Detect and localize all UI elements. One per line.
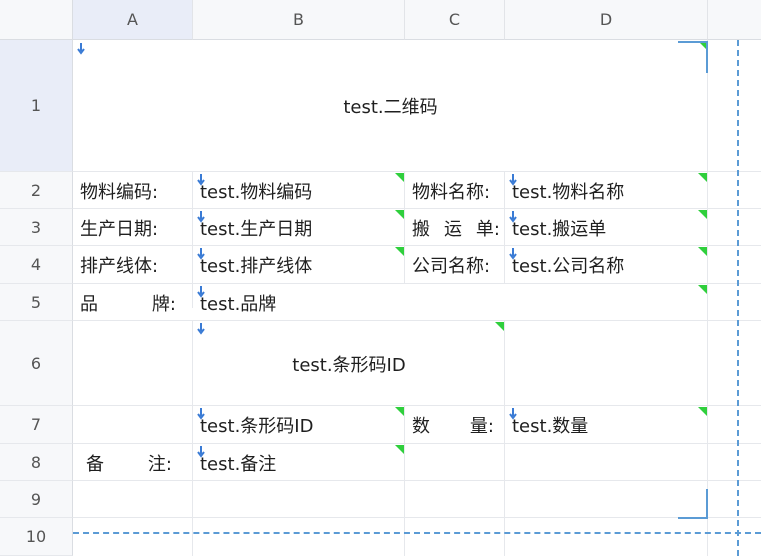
row-header-10[interactable]: 10 <box>0 518 73 556</box>
cell-flag-icon <box>395 210 404 219</box>
cell-flag-icon <box>395 247 404 256</box>
label-remark-char: 备 <box>86 453 104 475</box>
field-remark: test.备注 <box>200 453 277 475</box>
grid-line <box>73 480 761 481</box>
row-header-2[interactable]: 2 <box>0 172 73 209</box>
expand-down-arrow-icon <box>197 323 205 335</box>
print-area-corner <box>678 489 708 519</box>
cell-flag-icon <box>395 173 404 182</box>
row-header-5[interactable]: 5 <box>0 284 73 321</box>
label-transfer-order-char: 运 <box>443 218 462 240</box>
label-quantity-char: 量: <box>469 416 494 437</box>
label-brand-char: 牌: <box>151 293 176 315</box>
cell-b2[interactable]: test.物料编码 <box>200 172 400 209</box>
grid-line <box>404 172 405 284</box>
expand-down-arrow-icon <box>509 408 517 420</box>
label-quantity-char: 数 <box>412 416 430 437</box>
label-production-date: 生产日期: <box>80 218 159 240</box>
cell-a5[interactable]: 品 牌: <box>80 284 176 321</box>
column-header-c[interactable]: C <box>405 0 505 40</box>
cell-b5[interactable]: test.品牌 <box>200 284 700 321</box>
expand-down-arrow-icon <box>197 174 205 186</box>
spreadsheet[interactable]: A B C D 1 2 3 4 5 6 7 8 9 10 test.二维码 物料… <box>0 0 761 556</box>
expand-down-arrow-icon <box>197 211 205 223</box>
row-header-7[interactable]: 7 <box>0 406 73 444</box>
expand-down-arrow-icon <box>509 248 517 260</box>
column-header-e[interactable] <box>708 0 761 40</box>
field-barcode-image: test.条形码ID <box>292 354 406 376</box>
row-header-9[interactable]: 9 <box>0 481 73 518</box>
label-company-name: 公司名称: <box>412 256 491 277</box>
row-header-4[interactable]: 4 <box>0 246 73 284</box>
cell-a3[interactable]: 生产日期: <box>80 209 190 246</box>
column-header-d[interactable]: D <box>505 0 708 40</box>
cell-b3[interactable]: test.生产日期 <box>200 209 400 246</box>
cell-d4[interactable]: test.公司名称 <box>512 246 702 284</box>
print-area-corner <box>678 41 708 73</box>
row-header-6[interactable]: 6 <box>0 321 73 406</box>
cell-a2[interactable]: 物料编码: <box>80 172 190 209</box>
field-material-code: test.物料编码 <box>200 181 313 203</box>
cell-flag-icon <box>698 285 707 294</box>
expand-down-arrow-icon <box>197 286 205 298</box>
cell-b7[interactable]: test.条形码ID <box>200 406 400 444</box>
label-material-code: 物料编码: <box>80 181 159 203</box>
label-brand-char: 品 <box>80 293 98 315</box>
expand-down-arrow-icon <box>197 446 205 458</box>
cell-flag-icon <box>395 407 404 416</box>
cell-flag-icon <box>495 322 504 331</box>
grid-line <box>73 517 761 518</box>
field-quantity: test.数量 <box>512 416 589 437</box>
column-header-b[interactable]: B <box>193 0 405 40</box>
cell-flag-icon <box>698 247 707 256</box>
cell-c3[interactable]: 搬 运 单: <box>412 209 500 246</box>
cell-flag-icon <box>698 407 707 416</box>
qrcode-field-text: test.二维码 <box>343 97 438 118</box>
cell-b4[interactable]: test.排产线体 <box>200 246 400 284</box>
cell-d3[interactable]: test.搬运单 <box>512 209 702 246</box>
cell-c2[interactable]: 物料名称: <box>412 172 504 209</box>
row-header-8[interactable]: 8 <box>0 444 73 481</box>
cell-d7[interactable]: test.数量 <box>512 406 702 444</box>
field-brand: test.品牌 <box>200 293 277 315</box>
expand-down-arrow-icon <box>197 408 205 420</box>
field-transfer-order: test.搬运单 <box>512 218 607 240</box>
cell-a8[interactable]: 备 注: <box>86 444 172 481</box>
cell-flag-icon <box>395 445 404 454</box>
field-production-line: test.排产线体 <box>200 256 313 277</box>
cell-flag-icon <box>698 173 707 182</box>
page-break-horizontal <box>73 532 761 534</box>
expand-down-arrow-icon <box>77 43 85 55</box>
cell-c7[interactable]: 数 量: <box>412 406 494 444</box>
label-remark-char: 注: <box>147 453 172 475</box>
label-material-name: 物料名称: <box>412 181 491 203</box>
label-transfer-order-char: 单: <box>475 218 500 240</box>
cell-c4[interactable]: 公司名称: <box>412 246 504 284</box>
field-barcode-id: test.条形码ID <box>200 416 314 437</box>
expand-down-arrow-icon <box>197 248 205 260</box>
field-production-date: test.生产日期 <box>200 218 313 240</box>
grid-line <box>504 172 505 284</box>
page-break-vertical <box>737 40 739 556</box>
select-all-corner[interactable] <box>0 0 73 40</box>
cell-flag-icon <box>698 210 707 219</box>
row-header-1[interactable]: 1 <box>0 40 73 172</box>
cell-b8[interactable]: test.备注 <box>200 444 400 481</box>
field-material-name: test.物料名称 <box>512 181 625 203</box>
expand-down-arrow-icon <box>509 211 517 223</box>
grid-line <box>192 172 193 308</box>
field-company-name: test.公司名称 <box>512 256 625 277</box>
cell-qrcode-title[interactable]: test.二维码 <box>73 40 708 172</box>
cell-d2[interactable]: test.物料名称 <box>512 172 702 209</box>
cell-a4[interactable]: 排产线体: <box>80 246 190 284</box>
expand-down-arrow-icon <box>509 174 517 186</box>
label-production-line: 排产线体: <box>80 256 159 277</box>
label-transfer-order-char: 搬 <box>412 218 430 240</box>
row-header-3[interactable]: 3 <box>0 209 73 246</box>
column-header-a[interactable]: A <box>73 0 193 40</box>
cell-b6-barcode[interactable]: test.条形码ID <box>193 321 505 406</box>
